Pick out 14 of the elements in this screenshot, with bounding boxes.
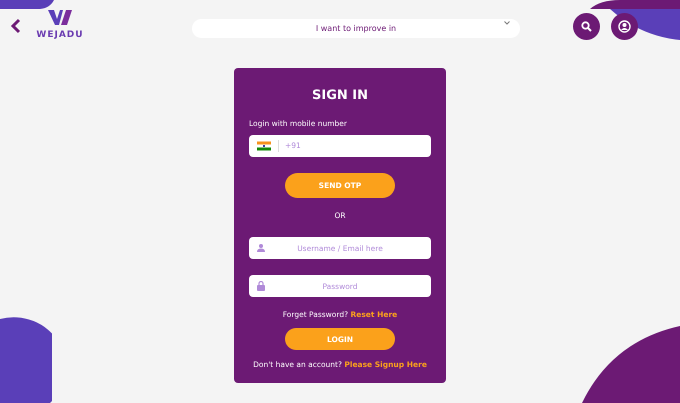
back-icon[interactable] <box>10 18 22 34</box>
corner-decoration <box>0 0 54 9</box>
user-icon <box>618 20 631 32</box>
logo-icon <box>48 10 72 26</box>
chevron-icon <box>504 21 510 25</box>
logo-text: WEJADU <box>36 28 84 42</box>
card-title: SIGN IN <box>311 87 369 105</box>
search-button[interactable] <box>573 12 600 40</box>
goal-select[interactable]: I want to improve in <box>192 19 520 38</box>
profile-button[interactable] <box>611 12 638 40</box>
lock-icon <box>257 281 265 291</box>
search-icon <box>581 20 592 32</box>
flag-icon <box>257 141 271 150</box>
user-icon <box>257 244 265 252</box>
